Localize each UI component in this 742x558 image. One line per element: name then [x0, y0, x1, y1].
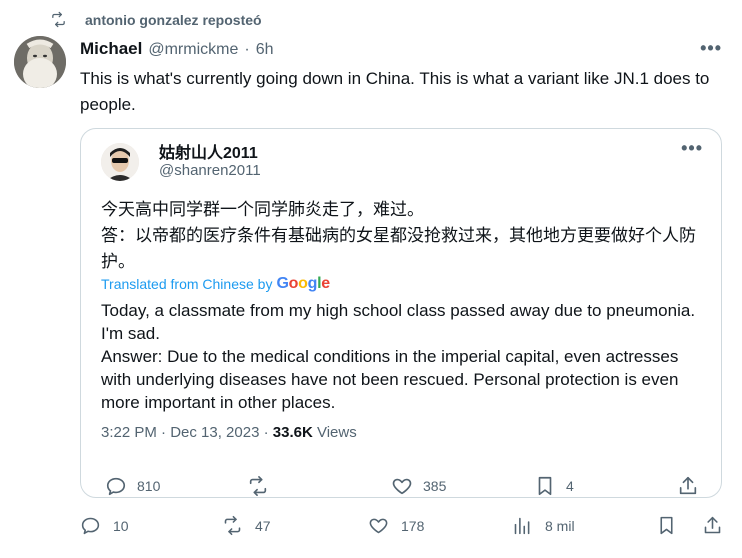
- tweet-age[interactable]: 6h: [256, 41, 274, 59]
- quoted-bookmark-button[interactable]: 4: [534, 475, 574, 497]
- quoted-author-handle[interactable]: @shanren2011: [159, 162, 261, 179]
- avatar[interactable]: [14, 36, 66, 88]
- bookmark-button[interactable]: [656, 515, 677, 536]
- share-icon: [704, 516, 721, 534]
- quoted-views-label: Views: [312, 424, 357, 441]
- repost-icon: [224, 515, 241, 536]
- tweet-header: Michael @mrmickme · 6h: [80, 39, 274, 59]
- repost-icon: [249, 476, 267, 496]
- quoted-share-button[interactable]: [677, 475, 699, 497]
- quoted-text-original: 今天高中同学群一个同学肺炎走了，难过。 答：以帝都的医疗条件有基础病的女星都没抢…: [101, 197, 711, 275]
- translation-attribution[interactable]: Translated from Chinese by Google: [101, 275, 330, 293]
- separator: ·: [244, 41, 250, 58]
- quoted-reply-count: 810: [137, 478, 161, 494]
- quoted-more-icon[interactable]: •••: [681, 138, 703, 159]
- reply-count: 10: [113, 517, 129, 534]
- tweet-text: This is what's currently going down in C…: [80, 69, 710, 114]
- quoted-reply-button[interactable]: 810: [105, 475, 160, 497]
- author-handle[interactable]: @mrmickme: [148, 41, 238, 59]
- quoted-views-count: 33.6K: [272, 424, 313, 441]
- repost-button[interactable]: 47: [222, 515, 271, 536]
- author-name[interactable]: Michael: [80, 39, 142, 59]
- bookmark-icon: [538, 476, 552, 496]
- quoted-text-translation: Today, a classmate from my high school c…: [101, 299, 701, 414]
- views-count: 8 mil: [545, 517, 575, 534]
- like-button[interactable]: 178: [368, 515, 424, 536]
- quoted-repost-button[interactable]: [247, 475, 269, 497]
- reply-button[interactable]: 10: [80, 515, 129, 536]
- quoted-meta: 3:22 PM · Dec 13, 2023 · 33.6K Views: [101, 424, 357, 441]
- quoted-tweet[interactable]: 姑射山人2011 @shanren2011 ••• 今天高中同学群一个同学肺炎走…: [80, 128, 722, 498]
- repost-text[interactable]: antonio gonzalez reposteó: [85, 12, 262, 28]
- repost-header: antonio gonzalez reposteó: [50, 11, 262, 28]
- google-logo: Google: [276, 275, 330, 292]
- repost-icon: [52, 11, 65, 28]
- quoted-timestamp[interactable]: 3:22 PM · Dec 13, 2023 ·: [101, 424, 273, 441]
- heart-icon: [369, 518, 388, 534]
- views-icon: [514, 517, 530, 535]
- views-button[interactable]: 8 mil: [512, 515, 575, 536]
- reply-icon: [106, 477, 126, 496]
- like-count: 178: [401, 517, 425, 534]
- heart-icon: [392, 478, 412, 495]
- reply-icon: [81, 517, 100, 535]
- quoted-text-zh: 今天高中同学群一个同学肺炎走了，难过。 答：以帝都的医疗条件有基础病的女星都没抢…: [101, 200, 696, 271]
- more-options-icon[interactable]: •••: [700, 38, 722, 59]
- share-icon: [679, 476, 697, 495]
- translated-label: Translated from Chinese by: [101, 276, 273, 292]
- quoted-avatar[interactable]: [101, 143, 139, 181]
- bookmark-icon: [660, 516, 673, 535]
- quoted-like-button[interactable]: 385: [391, 475, 446, 497]
- quoted-text-en: Today, a classmate from my high school c…: [101, 301, 696, 412]
- repost-count: 47: [255, 517, 271, 534]
- quoted-bookmark-count: 4: [566, 478, 574, 494]
- quoted-author-name[interactable]: 姑射山人2011: [159, 139, 258, 163]
- share-button[interactable]: [702, 515, 723, 536]
- quoted-like-count: 385: [423, 478, 447, 494]
